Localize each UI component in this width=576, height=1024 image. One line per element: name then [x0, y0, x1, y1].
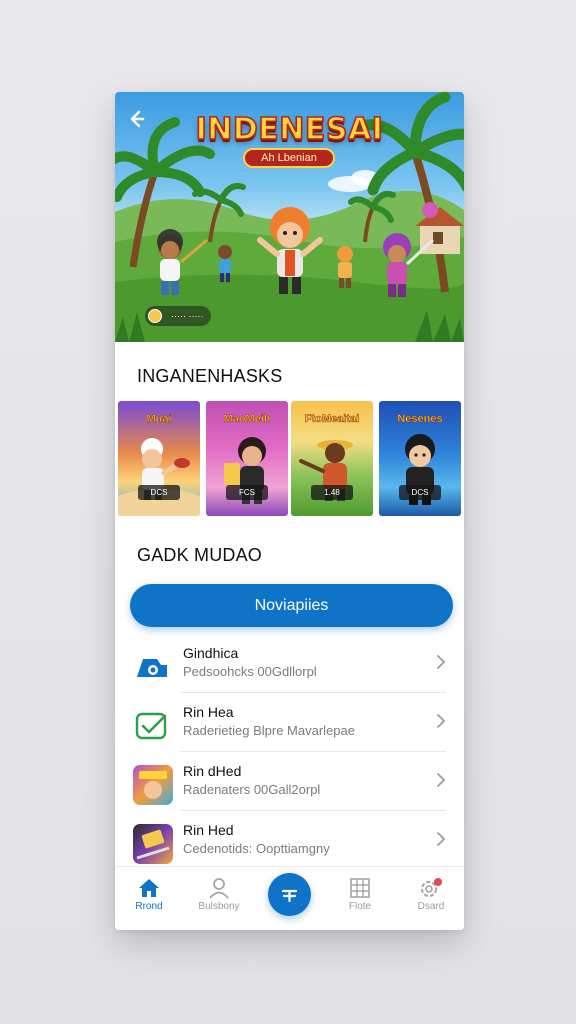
- card-title: MaoMeih: [223, 413, 271, 425]
- list-item[interactable]: Gindhica Pedsoohcks 00Gdllorpl: [115, 634, 464, 693]
- item-list: Gindhica Pedsoohcks 00Gdllorpl Rin Hea R…: [115, 634, 464, 870]
- list-item-subtitle: Pedsoohcks 00Gdllorpl: [183, 664, 317, 679]
- tab-home[interactable]: Rrond: [117, 877, 181, 912]
- message-check-icon: [135, 712, 167, 740]
- card-tag: DCS: [138, 485, 180, 500]
- camera-tag-icon: [137, 659, 167, 677]
- list-item-title: Rin Hea: [183, 704, 234, 720]
- game-card-1[interactable]: Muai DCS: [118, 401, 200, 516]
- tab-label: Dsard: [417, 901, 445, 912]
- home-icon: [139, 879, 159, 897]
- hero-badge-text: ····· ·····: [171, 311, 204, 321]
- list-item-subtitle: Radenaters 00Gall2orpl: [183, 782, 321, 797]
- card-tag: FCS: [226, 485, 268, 500]
- game-card-3[interactable]: FtoMeaitai 1.48: [291, 401, 373, 516]
- list-item[interactable]: Rin Hea Raderietieg Blpre Mavarlepae: [115, 693, 464, 752]
- game-card-2[interactable]: MaoMeih FCS: [206, 401, 288, 516]
- grid-icon: [350, 878, 370, 898]
- chevron-right-icon: [437, 655, 446, 669]
- game-thumbnail: [133, 824, 173, 864]
- game-thumbnail: [133, 765, 173, 805]
- avatar: [148, 309, 162, 323]
- card-title: FtoMeaitai: [304, 413, 360, 425]
- chevron-right-icon: [437, 773, 446, 787]
- tab-label: Flote: [348, 901, 372, 912]
- create-fab-button[interactable]: [268, 873, 311, 916]
- hero-user-badge[interactable]: ····· ·····: [145, 306, 212, 326]
- user-icon: [209, 878, 229, 899]
- plus-fab-icon: [281, 889, 298, 903]
- hero-banner[interactable]: INDENESAI Ah Lbenian ····· ·····: [115, 92, 464, 342]
- list-item[interactable]: Rin dHed Radenaters 00Gall2orpl: [115, 752, 464, 811]
- game-card-4[interactable]: Nesenes DCS: [379, 401, 461, 516]
- hero-title: INDENESAI: [195, 111, 384, 148]
- tab-label: Bulsbony: [198, 901, 240, 912]
- tab-grid[interactable]: Flote: [328, 877, 392, 912]
- card-tag: DCS: [399, 485, 441, 500]
- app-screen: INDENESAI Ah Lbenian ····· ····· INGANEN…: [115, 92, 464, 930]
- chevron-right-icon: [437, 714, 446, 728]
- list-item-subtitle: Raderietieg Blpre Mavarlepae: [183, 723, 355, 738]
- primary-action-button[interactable]: Noviapiies: [130, 584, 453, 627]
- featured-section-title: INGANENHASKS: [137, 366, 283, 386]
- card-title: Muai: [146, 413, 172, 425]
- featured-carousel: Muai DCS MaoMeih FCS FtoMeaitai 1.48 Nes…: [118, 401, 461, 516]
- list-section-title: GADK MUDAO: [137, 545, 263, 565]
- settings-badge-icon: [421, 878, 442, 897]
- bottom-tab-bar: Rrond Bulsbony Flote Dsard: [115, 866, 464, 930]
- tab-label: Rrond: [135, 901, 163, 912]
- card-tag: 1.48: [311, 485, 353, 500]
- list-item-title: Gindhica: [183, 645, 239, 661]
- tab-settings[interactable]: Dsard: [399, 877, 463, 912]
- hero-subtitle: Ah Lbenian: [243, 148, 335, 168]
- list-item-subtitle: Cedenotids: Oopttiamgny: [183, 841, 330, 856]
- chevron-right-icon: [437, 832, 446, 846]
- list-item[interactable]: Rin Hed Cedenotids: Oopttiamgny: [115, 811, 464, 870]
- list-item-title: Rin Hed: [183, 822, 234, 838]
- tab-profile[interactable]: Bulsbony: [187, 877, 251, 912]
- card-title: Nesenes: [397, 413, 443, 425]
- list-item-title: Rin dHed: [183, 763, 242, 779]
